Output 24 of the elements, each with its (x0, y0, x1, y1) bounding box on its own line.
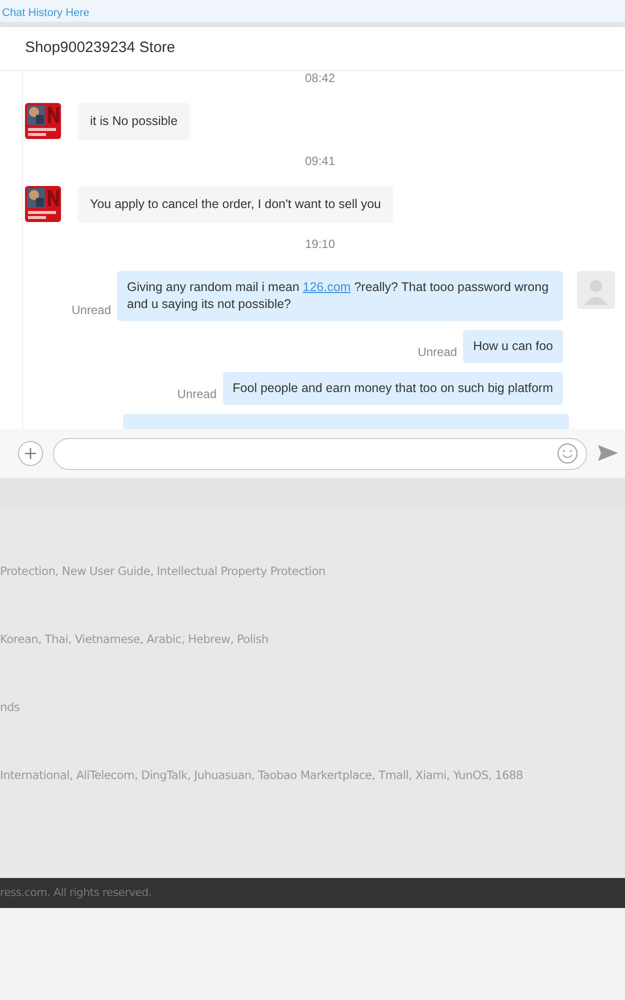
message-link[interactable]: 126.com (302, 280, 351, 294)
send-icon (597, 444, 619, 462)
emoji-icon[interactable] (557, 443, 578, 464)
message-bubble: You apply to cancel the order, I don't want to sell you (78, 186, 394, 222)
timestamp: 09:41 (304, 154, 336, 168)
copyright-text: ress.com. All rights reserved. (0, 884, 152, 901)
add-button[interactable] (18, 441, 43, 466)
message-bubble: How u can foo (463, 330, 563, 362)
footer-links: International, AliTelecom, DingTalk, Juhuasuan, Taobao Markertplace, Tmall, Xiami, YunOS, 1688 (0, 768, 524, 784)
plus-icon (24, 447, 37, 460)
message-bubble: it is No possible (78, 103, 190, 140)
unread-status: Unread (177, 386, 217, 402)
message-bubble: Giving any random mail i mean 126.com ?really? That tooo password wrong and u saying its not possible? (117, 270, 563, 320)
chat-title: Shop900239234 Store (25, 38, 176, 58)
footer-links: Korean, Thai, Vietnamese, Arabic, Hebrew, Polish (0, 632, 270, 648)
footer-links: nds (0, 700, 21, 716)
chat-history-link[interactable]: Chat History Here (2, 7, 90, 19)
unread-status: Unread (72, 302, 111, 318)
message-bubble: Fool people and earn money that too on such big platform (222, 372, 563, 404)
unread-status: Unread (418, 344, 458, 360)
timestamp: 08:42 (304, 71, 336, 85)
message-input-field[interactable] (53, 438, 587, 470)
timestamp: 19:10 (304, 236, 336, 250)
footer-links: Protection, New User Guide, Intellectual Property Protection (0, 564, 326, 580)
